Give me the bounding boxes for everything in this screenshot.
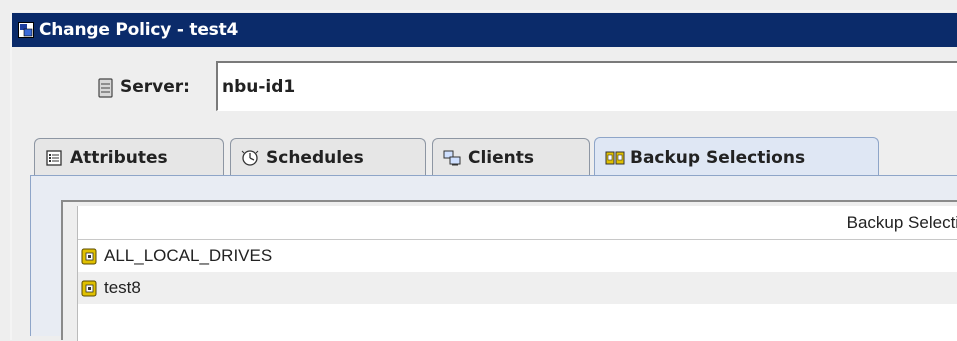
window-title: Change Policy - test4 [39, 20, 239, 40]
list-item[interactable]: ALL_LOCAL_DRIVES [78, 240, 957, 272]
tab-attributes-label: Attributes [70, 147, 168, 168]
attributes-icon [45, 149, 63, 167]
server-icon [98, 78, 114, 98]
selections-table-frame: Backup Selection ALL_LOCAL_DRIVES [61, 200, 957, 341]
tab-clients-label: Clients [468, 147, 535, 168]
list-item-label: ALL_LOCAL_DRIVES [104, 246, 273, 265]
backup-item-icon [81, 280, 98, 297]
tab-attributes[interactable]: Attributes [34, 138, 224, 176]
list-item-label: test8 [104, 278, 141, 297]
tab-clients[interactable]: Clients [432, 138, 590, 176]
list-item[interactable]: test8 [78, 272, 957, 304]
policy-window-icon [18, 22, 34, 38]
tab-schedules[interactable]: Schedules [230, 138, 426, 176]
server-label: Server: [120, 77, 190, 97]
policy-tabs: Attributes Schedules Clients Backup Sele… [12, 128, 957, 341]
selections-table[interactable]: Backup Selection ALL_LOCAL_DRIVES [77, 206, 957, 341]
tab-schedules-label: Schedules [266, 147, 364, 168]
backup-item-icon [81, 248, 98, 265]
clients-icon [443, 149, 461, 167]
schedules-icon [241, 149, 259, 167]
tab-backup-selections-label: Backup Selections [630, 147, 806, 168]
column-header-backup-selection[interactable]: Backup Selection [78, 206, 957, 240]
backup-selections-icon [605, 149, 625, 167]
backup-selections-panel: Backup Selection ALL_LOCAL_DRIVES [30, 176, 957, 341]
server-field[interactable]: nbu-id1 [216, 61, 957, 111]
server-row: Server: nbu-id1 [12, 50, 957, 122]
tab-backup-selections[interactable]: Backup Selections [594, 137, 879, 177]
window-titlebar[interactable]: Change Policy - test4 [12, 13, 957, 47]
